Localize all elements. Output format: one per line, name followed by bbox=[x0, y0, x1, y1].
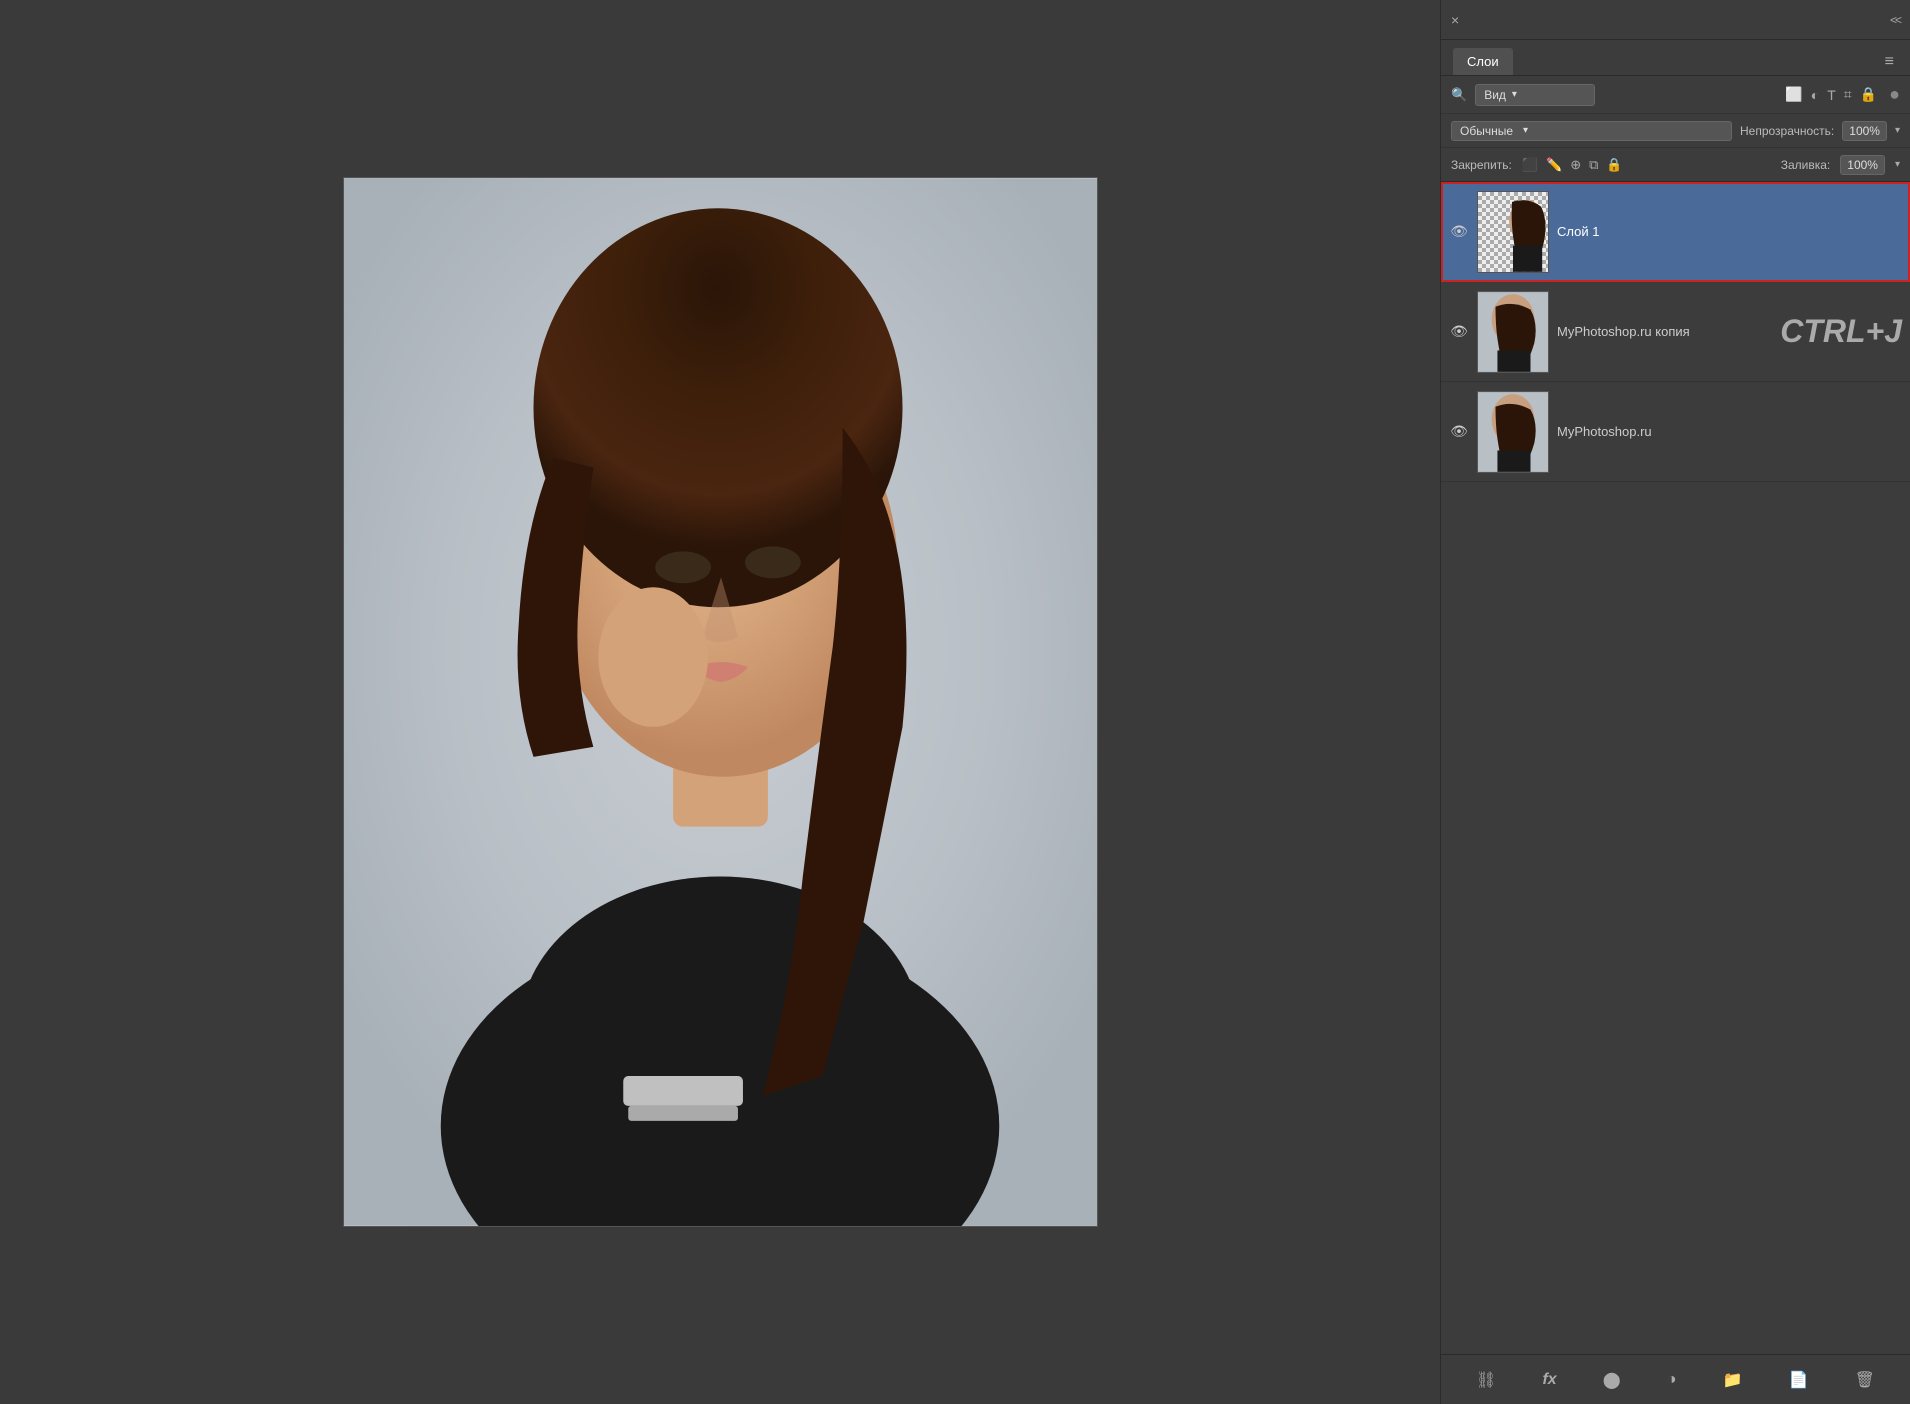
layer-name-layer2: MyPhotoshop.ru копия bbox=[1557, 324, 1772, 339]
lock-icons: ⬛ ✏️ ⊕ ⧉ 🔒 bbox=[1522, 157, 1623, 173]
blend-mode-dropdown[interactable]: Обычные ▾ bbox=[1451, 121, 1732, 141]
lock-label: Закрепить: bbox=[1451, 158, 1512, 172]
shape-filter-icon[interactable]: ⌗ bbox=[1844, 86, 1852, 103]
visibility-toggle-layer1[interactable]: 👁 bbox=[1449, 222, 1469, 242]
type-filter-icon[interactable]: T bbox=[1827, 87, 1836, 103]
tab-layers[interactable]: Слои bbox=[1453, 48, 1513, 75]
filter-dropdown[interactable]: Вид ▾ bbox=[1475, 84, 1595, 106]
fill-input[interactable]: 100% bbox=[1840, 155, 1885, 175]
lock-position-icon[interactable]: ⊕ bbox=[1570, 157, 1581, 173]
fill-label: Заливка: bbox=[1781, 158, 1831, 172]
panel-menu-icon[interactable]: ≡ bbox=[1881, 49, 1898, 75]
filter-dot: ● bbox=[1889, 84, 1900, 105]
lock-artboard-icon[interactable]: ⧉ bbox=[1589, 157, 1598, 173]
filter-icons: ⬜ ◐ T ⌗ 🔒 ● bbox=[1785, 84, 1900, 105]
layers-panel: × << Слои ≡ 🔍 Вид ▾ ⬜ ◐ T ⌗ 🔒 ● bbox=[1440, 0, 1910, 1404]
new-group-icon[interactable]: 📁 bbox=[1715, 1366, 1751, 1394]
opacity-chevron[interactable]: ▾ bbox=[1895, 125, 1900, 136]
blend-row: Обычные ▾ Непрозрачность: 100% ▾ bbox=[1441, 114, 1910, 148]
canvas-area bbox=[0, 0, 1440, 1404]
ctrl-j-annotation: CTRL+J bbox=[1780, 313, 1902, 350]
adjustment-filter-icon[interactable]: ◐ bbox=[1811, 87, 1819, 103]
layer-item[interactable]: 👁 MyPhotoshop.ru bbox=[1441, 382, 1910, 482]
layer-thumbnail-layer3 bbox=[1477, 391, 1549, 473]
link-layers-icon[interactable]: ⛓ bbox=[1468, 1366, 1504, 1394]
opacity-label: Непрозрачность: bbox=[1740, 124, 1834, 138]
layers-list: 👁 Слой 1 👁 bbox=[1441, 182, 1910, 1354]
smart-filter-icon[interactable]: 🔒 bbox=[1860, 86, 1877, 103]
visibility-toggle-layer2[interactable]: 👁 bbox=[1449, 322, 1469, 342]
panel-header: × << bbox=[1441, 0, 1910, 40]
opacity-input[interactable]: 100% bbox=[1842, 121, 1887, 141]
lock-pixels-icon[interactable]: ✏️ bbox=[1546, 157, 1562, 173]
layer-thumbnail-layer2 bbox=[1477, 291, 1549, 373]
panel-footer: ⛓ fx ⬤ ◑ 📁 📄 🗑 bbox=[1441, 1354, 1910, 1404]
layer-thumbnail-layer1 bbox=[1477, 191, 1549, 273]
eye-icon: 👁 bbox=[1450, 423, 1468, 440]
layer-name-layer1: Слой 1 bbox=[1557, 224, 1902, 239]
visibility-toggle-layer3[interactable]: 👁 bbox=[1449, 422, 1469, 442]
fill-chevron[interactable]: ▾ bbox=[1895, 159, 1900, 170]
collapse-icon[interactable]: << bbox=[1890, 13, 1900, 27]
add-mask-icon[interactable]: ⬤ bbox=[1595, 1366, 1629, 1394]
eye-icon: 👁 bbox=[1450, 323, 1468, 340]
new-layer-icon[interactable]: 📄 bbox=[1781, 1366, 1817, 1394]
search-icon: 🔍 bbox=[1451, 87, 1467, 103]
fx-icon[interactable]: fx bbox=[1534, 1367, 1564, 1393]
layer-item[interactable]: 👁 MyPhotoshop.ru копия CTRL+J bbox=[1441, 282, 1910, 382]
layer-item[interactable]: 👁 Слой 1 bbox=[1441, 182, 1910, 282]
lock-row: Закрепить: ⬛ ✏️ ⊕ ⧉ 🔒 Заливка: 100% ▾ bbox=[1441, 148, 1910, 182]
filter-row: 🔍 Вид ▾ ⬜ ◐ T ⌗ 🔒 ● bbox=[1441, 76, 1910, 114]
lock-transparent-icon[interactable]: ⬛ bbox=[1522, 157, 1538, 173]
image-filter-icon[interactable]: ⬜ bbox=[1785, 86, 1802, 103]
panel-tabs: Слои ≡ bbox=[1441, 40, 1910, 76]
photo-canvas bbox=[343, 177, 1098, 1227]
close-icon[interactable]: × bbox=[1451, 12, 1459, 28]
new-fill-icon[interactable]: ◑ bbox=[1659, 1367, 1685, 1393]
layer-name-layer3: MyPhotoshop.ru bbox=[1557, 424, 1902, 439]
lock-all-icon[interactable]: 🔒 bbox=[1606, 157, 1622, 173]
eye-icon: 👁 bbox=[1450, 223, 1468, 240]
delete-layer-icon[interactable]: 🗑 bbox=[1847, 1366, 1883, 1394]
